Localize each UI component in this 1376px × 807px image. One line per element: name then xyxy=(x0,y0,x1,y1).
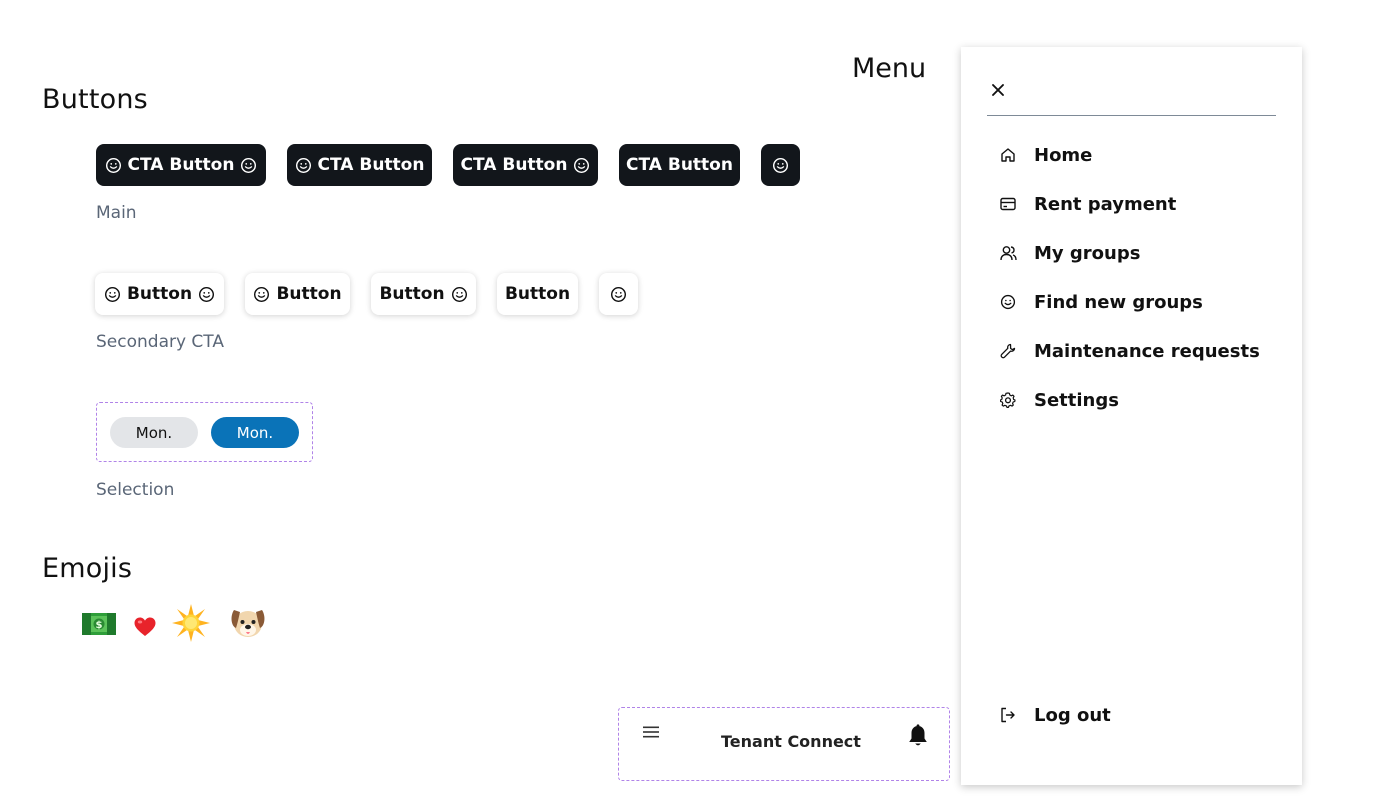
hamburger-menu-icon[interactable] xyxy=(642,725,660,739)
selection-pill-selected[interactable]: Mon. xyxy=(211,417,299,448)
wrench-icon xyxy=(999,342,1017,360)
heart-emoji xyxy=(134,617,156,636)
cta-button-label: CTA Button xyxy=(460,155,568,175)
menu-item-maintenance-requests[interactable]: Maintenance requests xyxy=(999,338,1260,364)
menu-item-find-new-groups[interactable]: Find new groups xyxy=(999,289,1203,315)
cta-button-label: CTA Button xyxy=(626,155,733,175)
smile-icon xyxy=(574,157,590,173)
secondary-button-label: Button xyxy=(126,284,193,304)
menu-heading: Menu xyxy=(852,53,927,84)
selection-pill-unselected[interactable]: Mon. xyxy=(110,417,198,448)
secondary-button-leading-icon[interactable]: Button xyxy=(245,273,350,315)
secondary-button-label: Button xyxy=(504,284,571,304)
secondary-button-label: Button xyxy=(379,284,445,304)
menu-item-label: Log out xyxy=(1034,704,1111,726)
bell-icon[interactable] xyxy=(907,724,929,748)
home-icon xyxy=(999,146,1017,164)
cta-button-trailing-icon[interactable]: CTA Button xyxy=(453,144,598,186)
menu-item-label: My groups xyxy=(1034,242,1141,264)
app-title: Tenant Connect xyxy=(721,732,861,751)
smile-icon xyxy=(451,286,467,302)
menu-divider xyxy=(987,115,1276,116)
smile-icon xyxy=(295,157,311,173)
cta-button-icon-only[interactable] xyxy=(761,144,800,186)
smile-icon xyxy=(999,293,1017,311)
close-icon[interactable] xyxy=(991,83,1005,97)
menu-item-label: Find new groups xyxy=(1034,291,1203,313)
side-menu-panel: Home Rent payment My groups Find new gro… xyxy=(961,47,1302,785)
secondary-caption: Secondary CTA xyxy=(96,332,224,352)
secondary-button-label: Button xyxy=(276,284,342,304)
secondary-button-text-only[interactable]: Button xyxy=(497,273,578,315)
smile-icon xyxy=(610,286,627,302)
menu-item-rent-payment[interactable]: Rent payment xyxy=(999,191,1176,217)
cta-button-both-icons[interactable]: CTA Button xyxy=(96,144,266,186)
smile-icon xyxy=(241,157,257,173)
secondary-button-row: Button Button Button Button xyxy=(95,273,638,315)
cta-button-leading-icon[interactable]: CTA Button xyxy=(287,144,432,186)
secondary-button-icon-only[interactable] xyxy=(599,273,638,315)
menu-item-home[interactable]: Home xyxy=(999,142,1092,168)
main-caption: Main xyxy=(96,203,137,223)
menu-item-settings[interactable]: Settings xyxy=(999,387,1119,413)
smile-icon xyxy=(104,286,120,302)
secondary-button-both-icons[interactable]: Button xyxy=(95,273,224,315)
smile-icon xyxy=(105,157,121,173)
app-navbar: Tenant Connect xyxy=(618,707,950,781)
selection-group: Mon. Mon. xyxy=(96,402,313,462)
credit-card-icon xyxy=(999,195,1017,213)
gear-icon xyxy=(999,391,1017,409)
money-emoji: $ xyxy=(82,613,116,635)
cta-button-text-only[interactable]: CTA Button xyxy=(619,144,740,186)
cta-button-label: CTA Button xyxy=(127,155,235,175)
menu-item-log-out[interactable]: Log out xyxy=(999,702,1111,728)
logout-icon xyxy=(999,706,1017,724)
dog-emoji xyxy=(231,610,265,637)
secondary-button-trailing-icon[interactable]: Button xyxy=(371,273,476,315)
menu-item-label: Home xyxy=(1034,144,1093,166)
menu-item-label: Settings xyxy=(1034,389,1119,411)
smile-icon xyxy=(199,286,215,302)
selection-caption: Selection xyxy=(96,480,175,500)
cta-button-label: CTA Button xyxy=(317,155,425,175)
menu-item-label: Maintenance requests xyxy=(1034,340,1260,362)
users-icon xyxy=(999,244,1017,262)
emojis-heading: Emojis xyxy=(42,553,133,584)
svg-text:$: $ xyxy=(96,620,103,631)
menu-item-my-groups[interactable]: My groups xyxy=(999,240,1140,266)
sun-emoji xyxy=(172,604,210,642)
smile-icon xyxy=(254,286,270,302)
buttons-heading: Buttons xyxy=(42,84,148,115)
menu-item-label: Rent payment xyxy=(1034,193,1177,215)
main-button-row: CTA Button CTA Button CTA Button CTA But… xyxy=(96,144,800,186)
smile-icon xyxy=(772,157,789,173)
